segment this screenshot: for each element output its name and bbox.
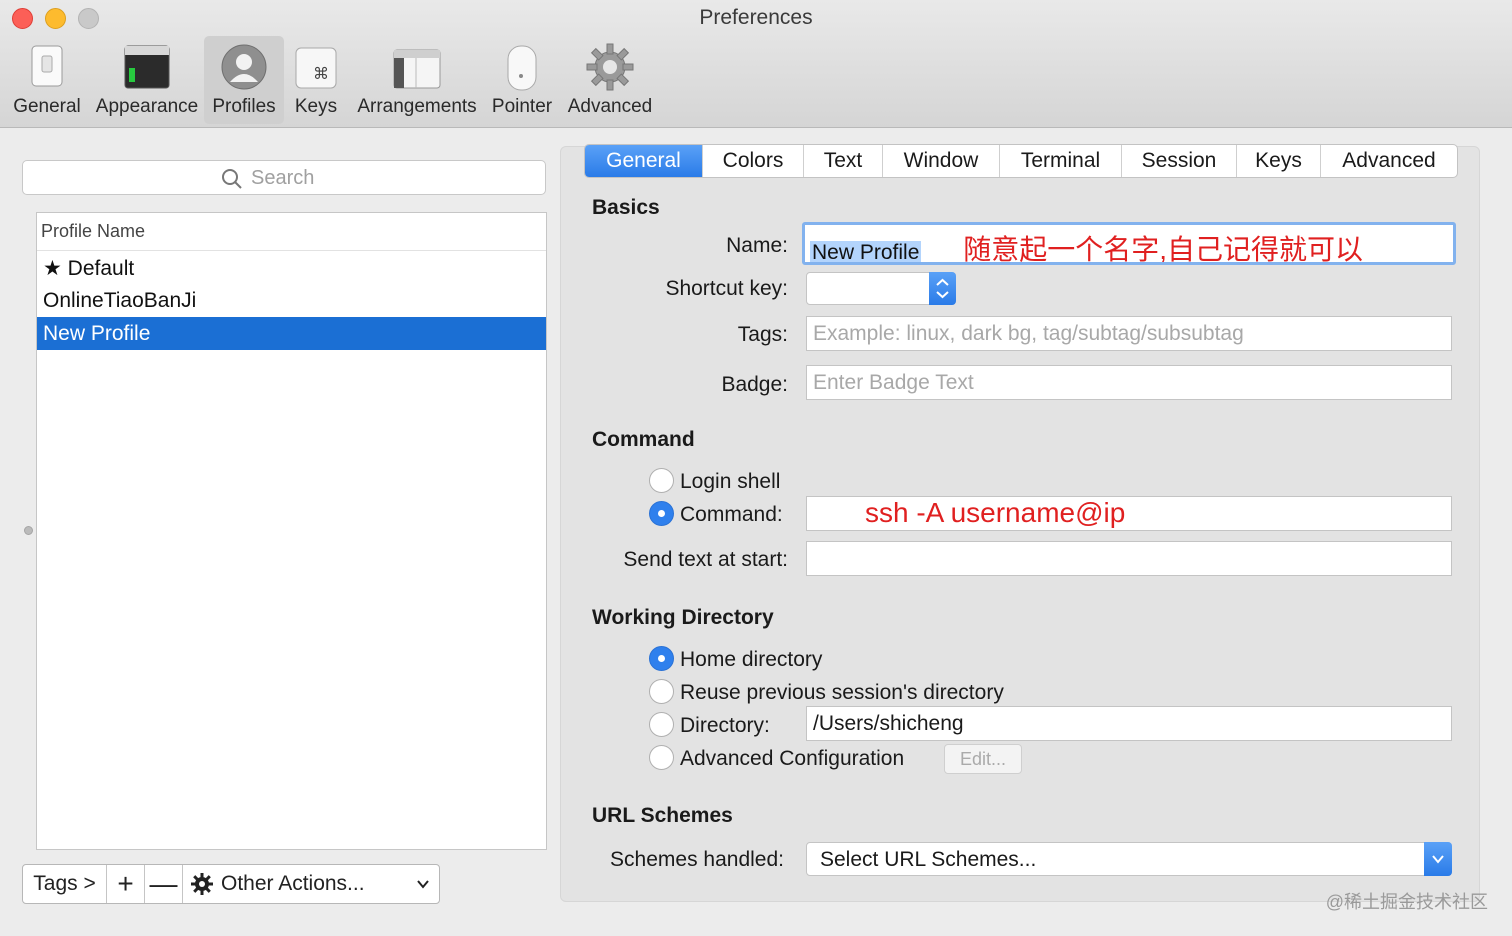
toolbar-pointer[interactable]: Pointer	[488, 36, 556, 124]
tags-toggle-button[interactable]: Tags >	[23, 865, 107, 903]
shortcut-key-label: Shortcut key:	[665, 277, 788, 300]
keys-command-icon: ⌘	[295, 47, 337, 89]
search-placeholder: Search	[251, 167, 315, 189]
tab-terminal[interactable]: Terminal	[1000, 145, 1122, 177]
tab-keys[interactable]: Keys	[1237, 145, 1321, 177]
url-schemes-select[interactable]: Select URL Schemes...	[806, 842, 1452, 876]
shortcut-key-popup[interactable]	[806, 272, 956, 305]
appearance-terminal-icon	[124, 45, 170, 89]
chevron-down-icon	[417, 880, 429, 889]
toolbar-appearance[interactable]: Appearance	[94, 36, 200, 124]
tab-colors[interactable]: Colors	[703, 145, 804, 177]
search-icon	[222, 169, 242, 189]
profile-row[interactable]: OnlineTiaoBanJi	[37, 284, 546, 317]
reuse-directory-radio[interactable]	[649, 679, 674, 704]
toolbar-profiles[interactable]: Profiles	[204, 36, 284, 124]
directory-field[interactable]: /Users/shicheng	[806, 706, 1452, 741]
title-bar: Preferences General Appearance Profiles …	[0, 0, 1512, 128]
home-directory-radio[interactable]	[649, 646, 674, 671]
advanced-gear-icon	[586, 43, 634, 91]
tab-session[interactable]: Session	[1122, 145, 1237, 177]
login-shell-radio[interactable]	[649, 468, 674, 493]
command-value: ssh -A username@ip	[865, 497, 1126, 528]
tab-window[interactable]: Window	[883, 145, 1000, 177]
other-actions-label: Other Actions...	[221, 872, 365, 895]
send-text-label: Send text at start:	[623, 548, 788, 571]
profile-actions-bar: Tags > + — Other Actions...	[22, 864, 440, 904]
chevron-down-icon	[1432, 855, 1444, 864]
name-label: Name:	[726, 234, 788, 257]
svg-text:⌘: ⌘	[313, 64, 329, 83]
name-value: New Profile	[810, 241, 922, 264]
command-field[interactable]: ssh -A username@ip	[806, 496, 1452, 531]
profile-search-field[interactable]: Search	[22, 160, 546, 195]
schemes-handled-label: Schemes handled:	[610, 848, 784, 871]
profile-row-selected[interactable]: New Profile	[37, 317, 546, 350]
name-field[interactable]: New Profile 随意起一个名字,自己记得就可以	[802, 222, 1456, 265]
toolbar-keys[interactable]: ⌘ Keys	[288, 36, 344, 124]
tags-label: Tags:	[737, 323, 788, 346]
working-directory-heading: Working Directory	[592, 606, 774, 629]
watermark: @稀土掘金技术社区	[1325, 892, 1488, 912]
profile-list: Profile Name ★ Default OnlineTiaoBanJi N…	[36, 212, 547, 850]
badge-placeholder: Enter Badge Text	[813, 371, 974, 394]
general-switch-icon	[31, 45, 63, 87]
url-schemes-heading: URL Schemes	[592, 804, 733, 827]
advanced-configuration-label[interactable]: Advanced Configuration	[680, 747, 904, 771]
window-title: Preferences	[699, 6, 813, 29]
badge-field[interactable]: Enter Badge Text	[806, 365, 1452, 400]
toolbar-advanced[interactable]: Advanced	[564, 36, 656, 124]
toolbar-arrangements[interactable]: Arrangements	[354, 36, 480, 124]
profile-tabs: General Colors Text Window Terminal Sess…	[584, 144, 1458, 178]
toolbar-general[interactable]: General	[10, 36, 84, 124]
tags-field[interactable]: Example: linux, dark bg, tag/subtag/subs…	[806, 316, 1452, 351]
badge-label: Badge:	[721, 373, 788, 396]
url-schemes-dropdown-button[interactable]	[1424, 842, 1452, 876]
name-annotation: 随意起一个名字,自己记得就可以	[963, 234, 1363, 265]
home-directory-label[interactable]: Home directory	[680, 648, 822, 672]
tab-general[interactable]: General	[585, 145, 703, 177]
split-view-handle[interactable]	[24, 526, 33, 535]
tags-placeholder: Example: linux, dark bg, tag/subtag/subs…	[813, 322, 1244, 345]
tab-advanced[interactable]: Advanced	[1321, 145, 1457, 177]
edit-button[interactable]: Edit...	[944, 744, 1022, 774]
remove-profile-button[interactable]: —	[145, 865, 183, 903]
profile-row[interactable]: ★ Default	[37, 251, 546, 284]
gear-icon	[191, 873, 213, 895]
directory-radio[interactable]	[649, 712, 674, 737]
directory-label[interactable]: Directory:	[680, 714, 770, 738]
profiles-person-icon	[221, 44, 267, 90]
up-down-chevron-icon	[936, 278, 949, 299]
stepper-arrows	[929, 272, 956, 305]
command-label[interactable]: Command:	[680, 503, 783, 527]
command-heading: Command	[592, 428, 695, 451]
url-schemes-value: Select URL Schemes...	[820, 848, 1037, 871]
arrangements-window-icon	[393, 49, 441, 89]
command-radio[interactable]	[649, 501, 674, 526]
tab-text[interactable]: Text	[804, 145, 883, 177]
advanced-configuration-radio[interactable]	[649, 745, 674, 770]
login-shell-label[interactable]: Login shell	[680, 470, 780, 494]
reuse-directory-label[interactable]: Reuse previous session's directory	[680, 681, 1004, 705]
other-actions-menu[interactable]: Other Actions...	[183, 865, 439, 903]
pointer-mouse-icon	[507, 45, 537, 91]
add-profile-button[interactable]: +	[107, 865, 145, 903]
basics-heading: Basics	[592, 196, 660, 219]
profile-name-column-header[interactable]: Profile Name	[37, 213, 546, 251]
send-text-field[interactable]	[806, 541, 1452, 576]
